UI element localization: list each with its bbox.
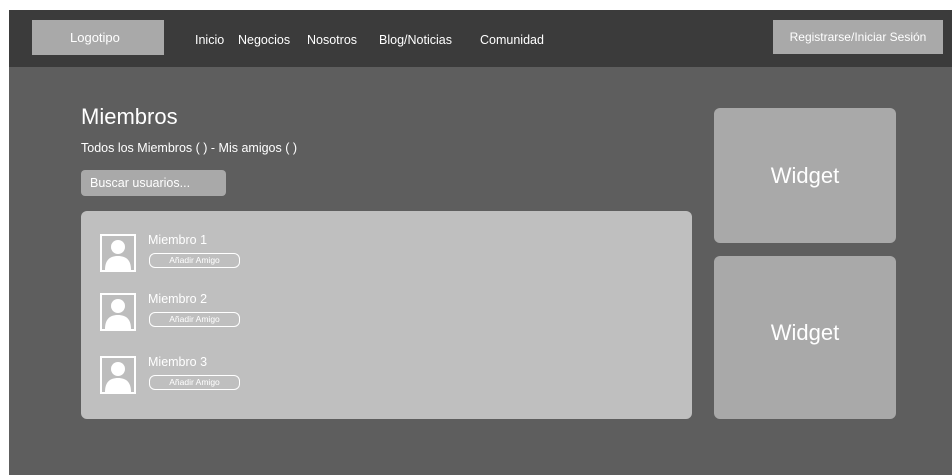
app-frame: Logotipo Inicio Negocios Nosotros Blog/N… [9, 10, 952, 475]
search-users-input[interactable] [81, 170, 226, 196]
add-friend-button[interactable]: Añadir Amigo [149, 253, 240, 268]
nav-item-blog-noticias[interactable]: Blog/Noticias [379, 32, 452, 48]
member-name[interactable]: Miembro 2 [148, 291, 207, 307]
member-list-item: Miembro 2 Añadir Amigo [100, 291, 400, 333]
nav-item-negocios[interactable]: Negocios [238, 32, 290, 48]
page-title: Miembros [81, 104, 178, 129]
sidebar-widget: Widget [714, 256, 896, 419]
members-list: Miembro 1 Añadir Amigo Miembro 2 Añadir … [81, 211, 692, 419]
my-friends-filter[interactable]: Mis amigos ( ) [219, 141, 297, 155]
avatar-placeholder-icon [100, 293, 136, 331]
nav-item-nosotros[interactable]: Nosotros [307, 32, 357, 48]
member-filters: Todos los Miembros ( ) - Mis amigos ( ) [81, 140, 297, 156]
member-list-item: Miembro 1 Añadir Amigo [100, 232, 400, 274]
member-list-item: Miembro 3 Añadir Amigo [100, 354, 400, 396]
filter-separator: - [207, 141, 219, 155]
member-name[interactable]: Miembro 3 [148, 354, 207, 370]
top-navigation-bar: Logotipo Inicio Negocios Nosotros Blog/N… [9, 10, 952, 67]
all-members-filter[interactable]: Todos los Miembros ( ) [81, 141, 207, 155]
member-name[interactable]: Miembro 1 [148, 232, 207, 248]
avatar-placeholder-icon [100, 234, 136, 272]
add-friend-button[interactable]: Añadir Amigo [149, 375, 240, 390]
sidebar-widget: Widget [714, 108, 896, 243]
add-friend-button[interactable]: Añadir Amigo [149, 312, 240, 327]
nav-item-inicio[interactable]: Inicio [195, 32, 224, 48]
register-login-button[interactable]: Registrarse/Iniciar Sesión [773, 20, 943, 54]
logo[interactable]: Logotipo [32, 20, 164, 55]
nav-item-comunidad[interactable]: Comunidad [480, 32, 544, 48]
avatar-placeholder-icon [100, 356, 136, 394]
